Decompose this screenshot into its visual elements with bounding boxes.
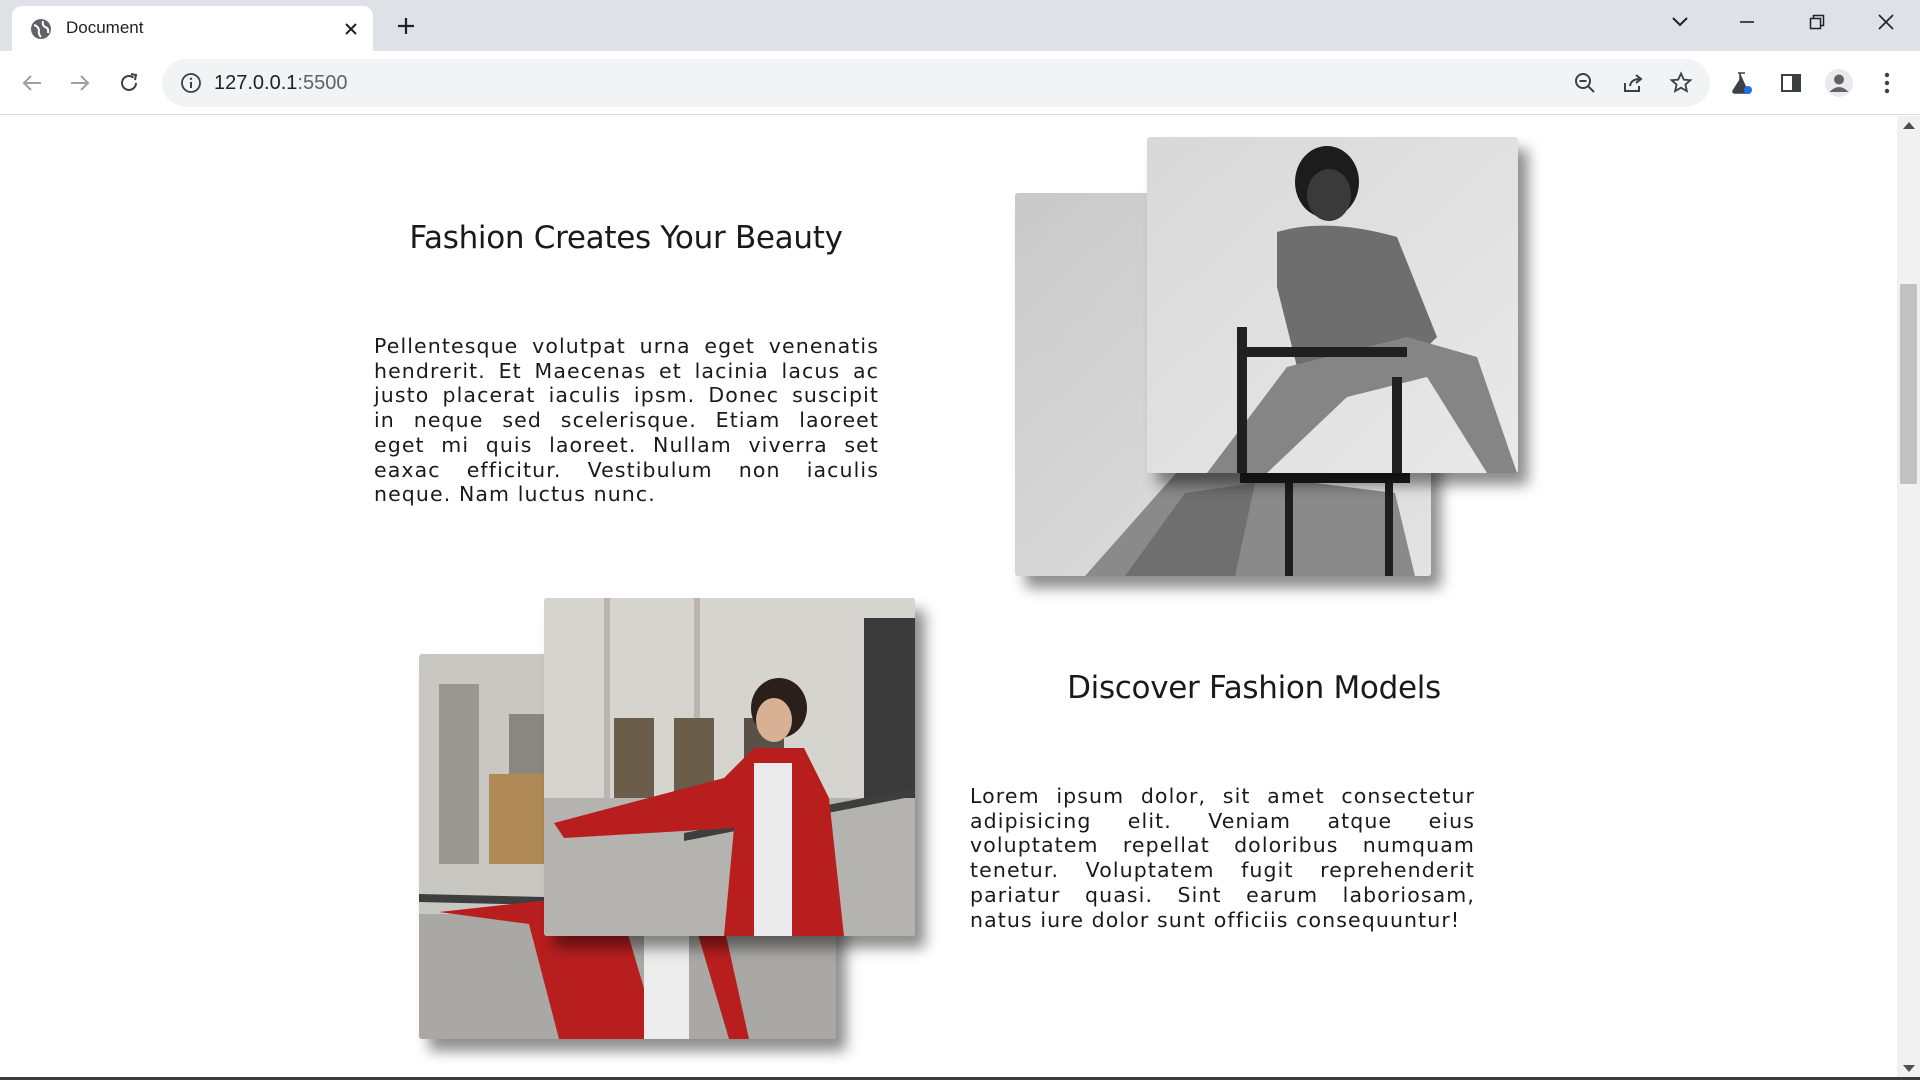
scroll-thumb[interactable] [1900, 284, 1917, 484]
side-panel-icon[interactable] [1776, 68, 1806, 98]
browser-tab[interactable]: Document [12, 6, 373, 51]
tab-title: Document [66, 18, 144, 37]
close-window-icon[interactable] [1866, 8, 1906, 36]
scroll-up-icon[interactable] [1903, 122, 1915, 129]
kebab-menu-icon[interactable] [1872, 68, 1902, 98]
arrow-left-icon[interactable] [17, 68, 47, 98]
section-2-body: Lorem ipsum dolor, sit amet consectetur … [970, 784, 1475, 932]
avatar-icon[interactable] [1824, 68, 1854, 98]
section-2-heading: Discover Fashion Models [1067, 670, 1441, 706]
minimize-icon[interactable] [1727, 8, 1767, 36]
address-bar[interactable]: 127.0.0.1:5500 [162, 59, 1710, 107]
flask-icon[interactable] [1727, 68, 1757, 98]
url-host: 127.0.0.1 [214, 72, 298, 94]
zoom-out-icon[interactable] [1573, 71, 1597, 95]
arrow-right-icon[interactable] [65, 68, 95, 98]
reload-icon[interactable] [114, 68, 144, 98]
tab-strip: Document [0, 0, 1920, 51]
globe-icon [30, 18, 52, 40]
scroll-down-icon[interactable] [1903, 1065, 1915, 1072]
url-text: 127.0.0.1:5500 [214, 72, 347, 95]
browser-toolbar: 127.0.0.1:5500 [0, 51, 1920, 115]
new-tab-button[interactable] [392, 12, 420, 40]
info-icon[interactable] [180, 72, 202, 94]
tab-search-icon[interactable] [1660, 8, 1700, 36]
star-icon[interactable] [1669, 71, 1693, 95]
share-icon[interactable] [1621, 71, 1645, 95]
section-1-heading: Fashion Creates Your Beauty [409, 220, 843, 256]
model-photo-front [1147, 137, 1518, 473]
restore-icon[interactable] [1797, 8, 1837, 36]
url-port: :5500 [297, 72, 348, 94]
close-tab-icon[interactable] [341, 19, 361, 39]
page-scrollbar[interactable] [1897, 116, 1920, 1078]
page-viewport: Fashion Creates Your Beauty Pellentesque… [0, 116, 1897, 1078]
section-1-body: Pellentesque volutpat urna eget venenati… [374, 334, 879, 507]
jacket-photo-front [544, 598, 915, 936]
